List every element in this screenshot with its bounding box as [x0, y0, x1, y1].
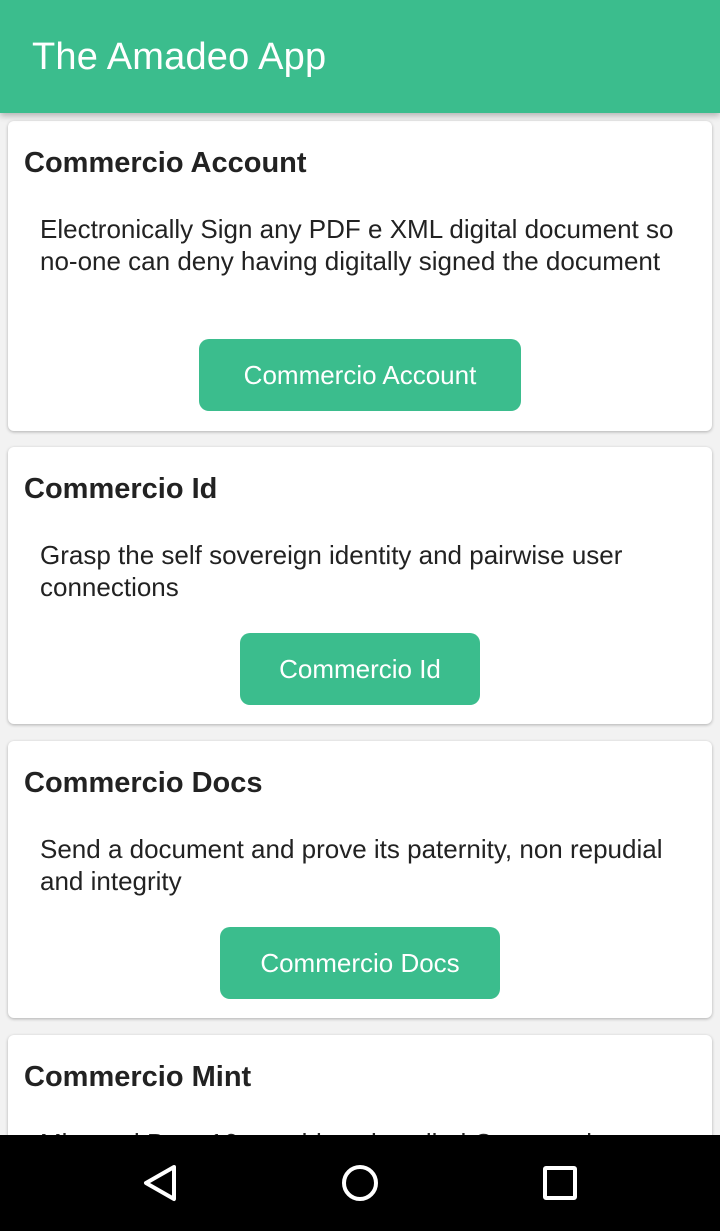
- back-button[interactable]: [112, 1135, 208, 1231]
- card-title: Commercio Account: [24, 147, 307, 179]
- card-commercio-docs: Commercio Docs Send a document and prove…: [8, 741, 712, 1018]
- app-bar: The Amadeo App: [0, 0, 720, 113]
- app-title: The Amadeo App: [32, 36, 327, 78]
- commercio-account-button[interactable]: Commercio Account: [199, 339, 521, 411]
- card-commercio-account: Commercio Account Electronically Sign an…: [8, 121, 712, 431]
- commercio-id-button[interactable]: Commercio Id: [240, 633, 480, 705]
- card-title: Commercio Id: [24, 473, 218, 505]
- card-description: Grasp the self sovereign identity and pa…: [40, 540, 623, 602]
- card-commercio-id: Commercio Id Grasp the self sovereign id…: [8, 447, 712, 724]
- card-list[interactable]: Commercio Account Electronically Sign an…: [0, 113, 720, 1135]
- home-button[interactable]: [312, 1135, 408, 1231]
- commercio-docs-button[interactable]: Commercio Docs: [220, 927, 500, 999]
- system-nav-bar: [0, 1135, 720, 1231]
- recents-button[interactable]: [512, 1135, 608, 1231]
- card-description: Send a document and prove its paternity,…: [40, 834, 663, 896]
- card-description: Electronically Sign any PDF e XML digita…: [40, 214, 674, 276]
- card-commercio-mint: Commercio Mint Mint and Burn 16 a stable…: [8, 1035, 712, 1135]
- card-description: Mint and Burn 16 a stable coin called Co…: [40, 1127, 690, 1135]
- card-title: Commercio Docs: [24, 767, 263, 799]
- card-title: Commercio Mint: [24, 1061, 252, 1093]
